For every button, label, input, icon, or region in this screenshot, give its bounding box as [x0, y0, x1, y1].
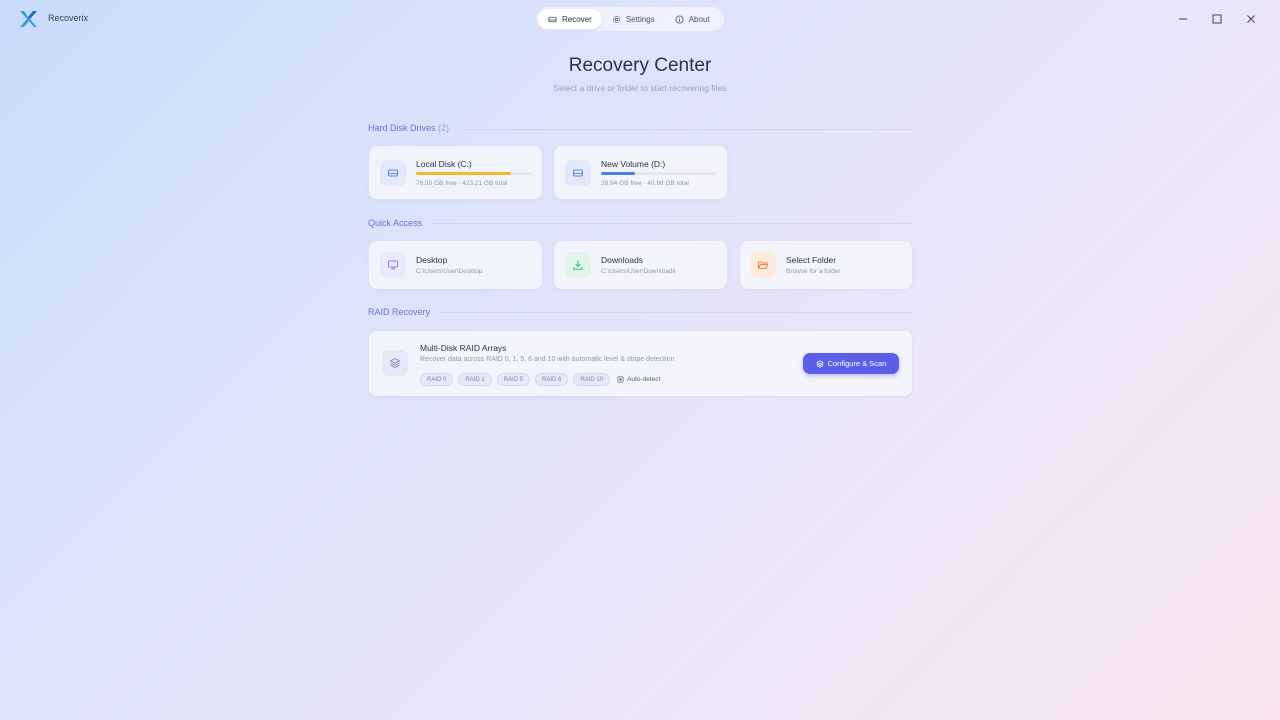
drive-icon: [548, 16, 557, 22]
maximize-icon: [1212, 14, 1222, 24]
quick-item-path: Browse for a folder: [786, 268, 841, 275]
downloads-icon-wrap: [565, 252, 591, 278]
quick-item-path: C:\Users\User\Downloads: [601, 268, 676, 275]
main-nav: Recover Settings About: [536, 7, 724, 31]
page-title: Recovery Center: [568, 55, 712, 76]
raid-icon-wrap: [382, 350, 408, 376]
drive-card-c[interactable]: Local Disk (C:) 76.50 GB free · 423.21 G…: [369, 146, 542, 199]
layers-icon: [816, 359, 824, 368]
raid-level-chip: RAID 1: [458, 373, 492, 386]
drive-icon-wrap: [565, 160, 591, 186]
raid-level-chip: RAID 6: [535, 373, 569, 386]
raid-level-chip: RAID 0: [420, 373, 454, 386]
section-title-raid: RAID Recovery: [368, 307, 431, 317]
close-icon: [1247, 15, 1255, 23]
drives-count: (2): [438, 123, 450, 133]
page-subtitle: Select a drive or folder to start recove…: [553, 83, 727, 93]
download-icon: [573, 260, 583, 270]
drive-usage-bar: [601, 172, 717, 175]
hard-drive-icon: [573, 169, 583, 177]
monitor-icon: [388, 260, 398, 270]
section-divider: [432, 223, 912, 224]
gear-icon: [612, 15, 620, 23]
tab-about-label: About: [688, 14, 710, 24]
hard-drive-icon: [388, 169, 398, 177]
raid-card: Multi-Disk RAID Arrays Recover data acro…: [369, 331, 912, 396]
close-button[interactable]: [1242, 10, 1260, 28]
quick-item-name: Desktop: [416, 255, 448, 265]
drive-icon-wrap: [380, 160, 406, 186]
raid-chip-list: RAID 0 RAID 1 RAID 5 RAID 6 RAID 10 Auto…: [420, 373, 660, 386]
tab-settings[interactable]: Settings: [602, 9, 665, 29]
raid-card-description: Recover data across RAID 0, 1, 5, 6 and …: [420, 356, 675, 363]
app-logo-icon: [20, 11, 37, 27]
section-divider: [462, 129, 912, 130]
tab-about[interactable]: About: [665, 9, 720, 29]
quick-item-name: Select Folder: [786, 255, 837, 265]
folder-open-icon: [758, 261, 769, 269]
section-title-quick-access: Quick Access: [368, 218, 423, 228]
drive-card-d[interactable]: New Volume (D:) 28.94 GB free · 40.98 GB…: [554, 146, 727, 199]
quick-card-desktop[interactable]: Desktop C:\Users\User\Desktop: [369, 241, 542, 289]
minimize-icon: [1179, 18, 1187, 20]
raid-level-chip: RAID 5: [496, 373, 531, 386]
tab-settings-label: Settings: [625, 14, 655, 24]
configure-scan-label: Configure & Scan: [827, 359, 887, 368]
raid-card-title: Multi-Disk RAID Arrays: [420, 343, 507, 353]
drives-section-label: Hard Disk Drives: [368, 123, 436, 133]
drive-name: Local Disk (C:): [416, 159, 472, 169]
minimize-button[interactable]: [1174, 10, 1192, 28]
drive-usage-bar: [416, 172, 532, 175]
folder-icon-wrap: [750, 252, 776, 278]
app-name: Recoverix: [48, 13, 89, 23]
raid-level-chip: RAID 10: [573, 373, 611, 386]
info-icon: [675, 14, 684, 24]
drive-name: New Volume (D:): [601, 159, 666, 169]
tab-recover[interactable]: Recover: [538, 9, 602, 29]
maximize-button[interactable]: [1208, 10, 1226, 28]
tab-recover-label: Recover: [562, 14, 592, 24]
auto-detect-badge: Auto-detect: [617, 376, 660, 383]
auto-detect-label: Auto-detect: [627, 376, 661, 383]
configure-scan-button[interactable]: Configure & Scan: [803, 353, 899, 374]
quick-card-select-folder[interactable]: Select Folder Browse for a folder: [740, 241, 912, 289]
section-title-drives: Hard Disk Drives (2): [368, 123, 449, 133]
drive-detail: 28.94 GB free · 40.98 GB total: [601, 180, 689, 187]
drive-usage-fill: [601, 172, 635, 175]
cpu-icon: [617, 376, 624, 383]
quick-card-downloads[interactable]: Downloads C:\Users\User\Downloads: [554, 241, 727, 289]
section-divider: [440, 312, 912, 313]
quick-item-path: C:\Users\User\Desktop: [416, 268, 483, 275]
quick-item-name: Downloads: [601, 255, 644, 265]
desktop-icon-wrap: [380, 252, 406, 278]
layers-icon: [390, 358, 400, 369]
drive-detail: 76.50 GB free · 423.21 GB total: [416, 180, 508, 187]
drive-usage-fill: [416, 172, 512, 175]
